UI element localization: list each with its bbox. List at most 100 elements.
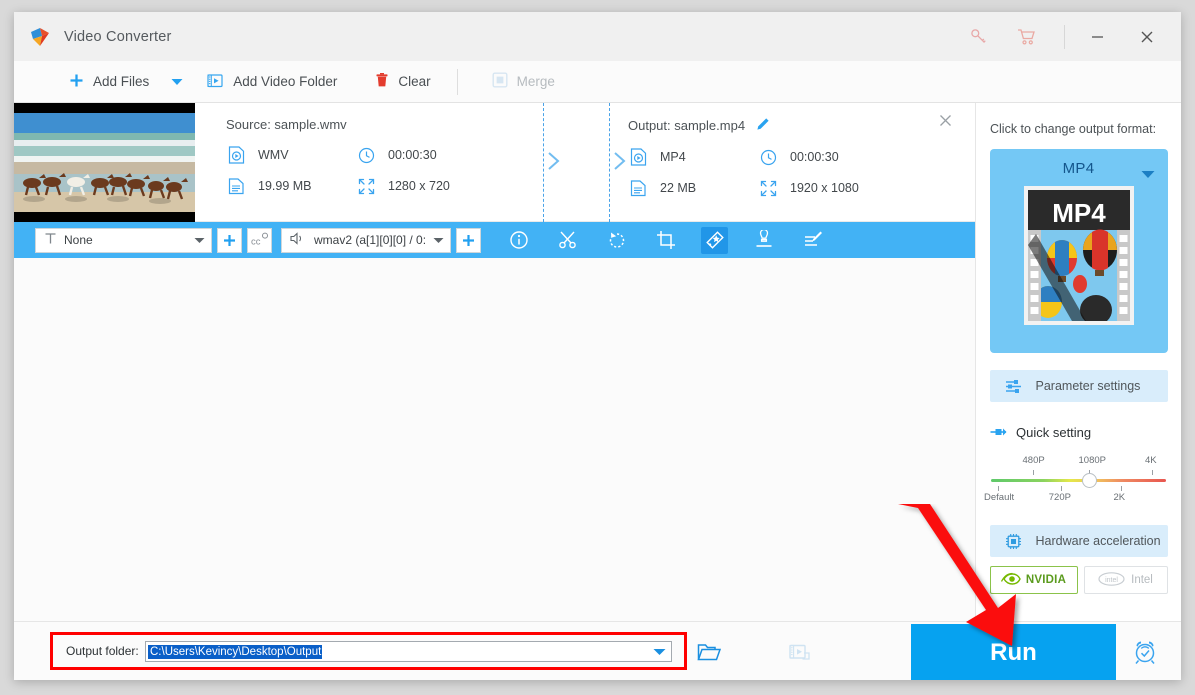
source-size: 19.99 MB	[226, 177, 356, 195]
video-file-icon	[628, 148, 648, 166]
output-meta-grid: MP4 00:00:30 22 MB 1920 x 1080	[628, 148, 958, 197]
plus-icon	[69, 73, 84, 91]
source-title: Source: sample.wmv	[226, 117, 347, 132]
edit-tool-icons	[494, 226, 837, 254]
format-thumbnail: MP4	[1023, 186, 1134, 325]
quality-slider[interactable]: 480P 1080P 4K Default 720P 2K	[984, 455, 1166, 506]
intel-icon: intel	[1098, 571, 1125, 589]
slider-label-default: Default	[984, 492, 1015, 503]
intel-button[interactable]: intel Intel	[1083, 566, 1168, 594]
video-folder-icon	[207, 73, 224, 91]
clock-icon	[356, 147, 376, 164]
empty-list-area	[14, 258, 975, 680]
flow-divider-left	[543, 103, 544, 222]
slider-label-720p: 720P	[1048, 492, 1071, 503]
output-size: 22 MB	[628, 179, 758, 197]
output-resolution: 1920 x 1080	[758, 179, 958, 197]
trash-icon	[375, 72, 389, 91]
slider-tick-480p	[1033, 470, 1034, 475]
key-icon[interactable]	[954, 12, 1002, 61]
clock-icon	[758, 149, 778, 166]
file-row[interactable]: Source: sample.wmv WMV 00:00:30 19.99 MB…	[14, 103, 975, 222]
add-audio-track-button[interactable]	[456, 227, 481, 253]
cart-icon[interactable]	[1002, 12, 1050, 61]
rotate-icon[interactable]	[603, 227, 630, 254]
flow-divider-right	[609, 103, 610, 222]
app-logo-icon	[29, 26, 51, 48]
source-resolution: 1280 x 720	[356, 177, 541, 195]
add-video-folder-label: Add Video Folder	[233, 74, 338, 89]
conversion-list-panel: Source: sample.wmv WMV 00:00:30 19.99 MB…	[14, 103, 975, 680]
slider-top-labels: 480P 1080P 4K	[991, 455, 1166, 469]
slider-track[interactable]	[991, 473, 1166, 488]
subtitle-settings-cc-button[interactable]: cc	[247, 227, 272, 253]
merge-button[interactable]: Merge	[484, 61, 563, 102]
output-title: Output: sample.mp4	[628, 118, 746, 133]
resolution-icon	[758, 180, 778, 197]
add-subtitle-button[interactable]	[217, 227, 242, 253]
effect-wand-icon[interactable]	[701, 226, 728, 254]
parameter-settings-button[interactable]: Parameter settings	[989, 370, 1168, 402]
add-files-label: Add Files	[93, 74, 150, 89]
schedule-alarm-button[interactable]	[1132, 639, 1158, 669]
slider-tick-720p	[1061, 486, 1062, 491]
quick-setting-header: Quick setting	[990, 425, 1181, 440]
source-info: Source: sample.wmv WMV 00:00:30 19.99 MB…	[226, 103, 541, 222]
watermark-icon[interactable]	[750, 227, 777, 254]
slider-tick-2k	[1120, 486, 1122, 491]
nvidia-button[interactable]: NVIDIA	[989, 566, 1078, 594]
rename-pencil-icon[interactable]	[756, 117, 770, 134]
output-folder-label: Output folder:	[66, 644, 139, 658]
browse-folder-button[interactable]	[697, 642, 722, 667]
text-subtitle-icon	[44, 232, 57, 248]
cut-icon[interactable]	[554, 227, 581, 254]
subtitle-value: None	[64, 233, 93, 247]
slider-tick-default	[998, 486, 999, 491]
sliders-icon	[1005, 379, 1022, 394]
close-icon[interactable]	[1122, 12, 1171, 61]
output-format-card[interactable]: MP4 MP4	[989, 149, 1168, 353]
output-resolution-label: 1920 x 1080	[790, 181, 859, 195]
info-icon[interactable]	[505, 227, 532, 254]
slider-bottom-labels: Default 720P 2K	[984, 492, 1166, 506]
gpu-vendor-row: NVIDIA intel Intel	[989, 566, 1168, 594]
merge-label: Merge	[516, 74, 555, 89]
audio-track-select[interactable]: wmav2 (a[1][0][0] / 0:	[281, 227, 451, 253]
minimize-icon[interactable]	[1073, 12, 1122, 61]
output-info: Output: sample.mp4 MP4 00:00:30 22 MB 19…	[628, 103, 958, 222]
slider-tick-4k	[1152, 470, 1153, 475]
slider-label-480p: 480P	[1022, 455, 1045, 466]
source-duration: 00:00:30	[356, 146, 541, 164]
cpu-chip-icon	[1005, 533, 1022, 550]
edit-subtitle-icon[interactable]	[799, 227, 826, 254]
merge-icon	[492, 72, 508, 91]
remove-file-icon[interactable]	[938, 113, 953, 133]
clear-label: Clear	[398, 74, 431, 89]
svg-text:intel: intel	[1105, 577, 1118, 584]
subtitle-select[interactable]: None	[35, 227, 212, 253]
quick-setting-icon	[990, 425, 1007, 440]
main-body: Source: sample.wmv WMV 00:00:30 19.99 MB…	[14, 103, 1181, 680]
clear-button[interactable]: Clear	[367, 61, 438, 102]
title-bar: Video Converter	[14, 12, 1181, 61]
add-video-folder-button[interactable]: Add Video Folder	[199, 61, 345, 102]
output-title-row: Output: sample.mp4	[628, 103, 958, 134]
run-button[interactable]: Run	[911, 624, 1116, 680]
audio-track-value: wmav2 (a[1][0][0] / 0:	[314, 233, 427, 247]
add-files-button[interactable]: Add Files	[61, 61, 157, 102]
hardware-acceleration-button[interactable]: Hardware acceleration	[989, 525, 1168, 557]
crop-icon[interactable]	[652, 227, 679, 254]
chevron-down-icon[interactable]	[1141, 166, 1155, 184]
run-label: Run	[990, 638, 1037, 666]
hardware-acceleration-label: Hardware acceleration	[1035, 534, 1161, 548]
app-title: Video Converter	[64, 28, 172, 45]
video-thumbnail[interactable]	[14, 103, 195, 222]
parameter-settings-label: Parameter settings	[1035, 379, 1141, 393]
open-output-folder-button[interactable]	[789, 643, 810, 666]
source-meta-grid: WMV 00:00:30 19.99 MB 1280 x 720	[226, 146, 541, 195]
output-folder-input[interactable]: C:\Users\Kevincy\Desktop\Output	[145, 641, 672, 662]
intel-label: Intel	[1131, 574, 1153, 586]
chevron-down-icon[interactable]	[653, 643, 666, 661]
add-files-dropdown-button[interactable]	[157, 61, 199, 102]
menu-bar: Add Files Add Video Folder Clear Merge	[14, 61, 1181, 103]
